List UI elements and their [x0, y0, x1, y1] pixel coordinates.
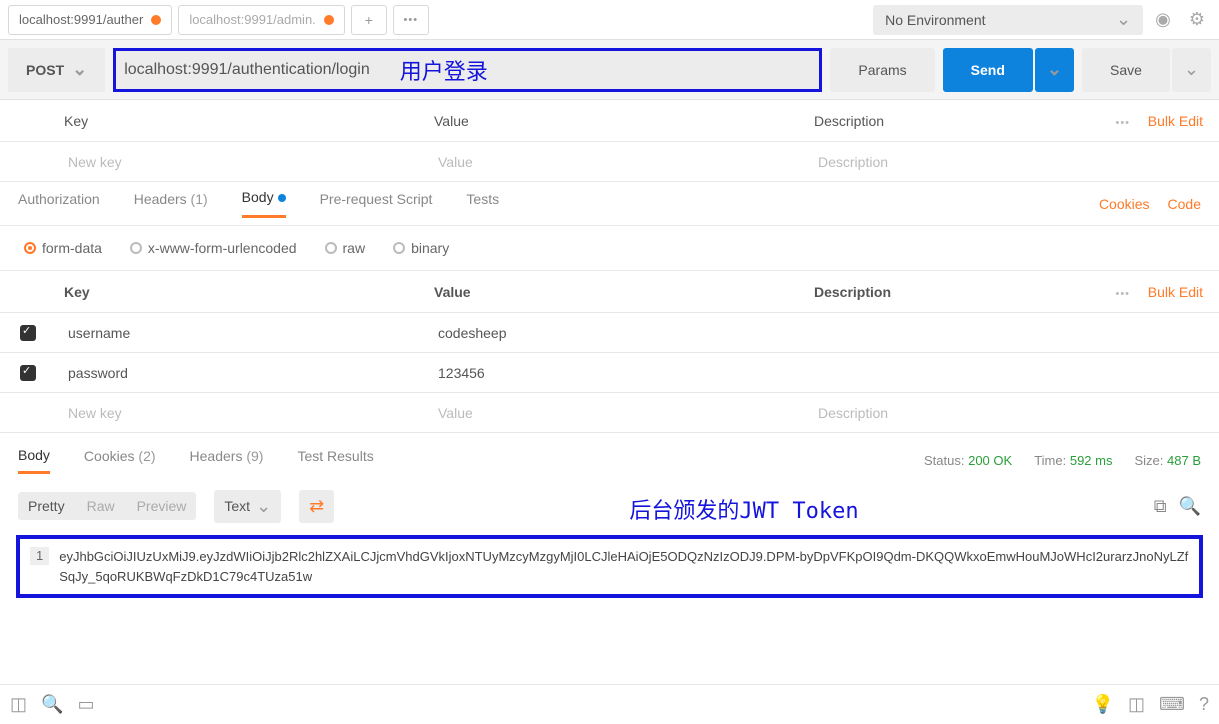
- chevron-down-icon: [1047, 59, 1062, 80]
- send-button[interactable]: Send: [943, 48, 1033, 92]
- chevron-down-icon: [1116, 9, 1131, 30]
- tab-2[interactable]: localhost:9991/admin.: [178, 5, 344, 35]
- time-meta: Time: 592 ms: [1034, 453, 1112, 468]
- new-form-value[interactable]: Value: [426, 405, 806, 421]
- search-icon[interactable]: 🔍: [1179, 496, 1201, 517]
- status-meta: Status: 200 OK: [924, 453, 1012, 468]
- tab-tests[interactable]: Tests: [466, 191, 499, 217]
- resp-tab-tests[interactable]: Test Results: [297, 448, 373, 472]
- params-button[interactable]: Params: [830, 48, 934, 92]
- tab-1[interactable]: localhost:9991/auther: [8, 5, 172, 35]
- form-value[interactable]: 123456: [426, 365, 806, 381]
- form-row: username codesheep: [0, 313, 1219, 353]
- keyboard-icon[interactable]: ⌨: [1159, 694, 1185, 715]
- params-col-desc: Description: [802, 113, 1098, 129]
- tab-label: localhost:9991/admin.: [189, 12, 315, 27]
- modified-dot-icon: [278, 194, 286, 202]
- radio-icon: [130, 242, 142, 254]
- copy-icon[interactable]: ⧉: [1154, 496, 1167, 517]
- chevron-down-icon: [1184, 59, 1199, 80]
- form-menu-icon[interactable]: [1098, 284, 1148, 300]
- panels-icon[interactable]: ◫: [1128, 694, 1145, 715]
- chevron-down-icon: [256, 496, 271, 517]
- view-pretty[interactable]: Pretty: [28, 498, 65, 514]
- help-icon[interactable]: ?: [1199, 694, 1209, 715]
- eye-icon[interactable]: ◉: [1149, 9, 1177, 30]
- new-param-key[interactable]: New key: [56, 154, 426, 170]
- save-caret-button[interactable]: [1172, 48, 1211, 92]
- new-form-desc[interactable]: Description: [806, 405, 1219, 421]
- send-caret-button[interactable]: [1035, 48, 1074, 92]
- size-meta: Size: 487 B: [1134, 453, 1201, 468]
- form-key[interactable]: username: [56, 325, 426, 341]
- radio-icon: [393, 242, 405, 254]
- line-number: 1: [30, 547, 49, 565]
- annotation-response: 后台颁发的JWT Token: [352, 487, 1135, 525]
- view-preview[interactable]: Preview: [137, 498, 187, 514]
- cookies-link[interactable]: Cookies: [1099, 196, 1150, 212]
- method-select[interactable]: POST: [8, 48, 105, 92]
- env-label: No Environment: [885, 12, 985, 28]
- tab-headers[interactable]: Headers (1): [134, 191, 208, 217]
- find-icon[interactable]: 🔍: [41, 694, 63, 715]
- dirty-dot-icon: [151, 15, 161, 25]
- sidebar-toggle-icon[interactable]: ◫: [10, 694, 27, 715]
- params-col-key: Key: [52, 113, 422, 129]
- new-tab-button[interactable]: +: [351, 5, 387, 35]
- form-key[interactable]: password: [56, 365, 426, 381]
- view-raw[interactable]: Raw: [87, 498, 115, 514]
- new-form-key[interactable]: New key: [56, 405, 426, 421]
- form-bulk-edit[interactable]: Bulk Edit: [1148, 284, 1219, 300]
- params-menu-icon[interactable]: [1098, 113, 1148, 129]
- form-value[interactable]: codesheep: [426, 325, 806, 341]
- new-param-value[interactable]: Value: [426, 154, 806, 170]
- tab-body[interactable]: Body: [242, 189, 286, 218]
- body-type-form-data[interactable]: form-data: [24, 240, 102, 256]
- body-type-raw[interactable]: raw: [325, 240, 366, 256]
- response-text: eyJhbGciOiJIUzUxMiJ9.eyJzdWIiOiJjb2Rlc2h…: [59, 547, 1189, 586]
- params-col-value: Value: [422, 113, 802, 129]
- resp-tab-cookies[interactable]: Cookies (2): [84, 448, 156, 472]
- gear-icon[interactable]: ⚙: [1183, 9, 1211, 30]
- dirty-dot-icon: [324, 15, 334, 25]
- body-type-urlencoded[interactable]: x-www-form-urlencoded: [130, 240, 297, 256]
- format-select[interactable]: Text: [214, 490, 281, 523]
- resp-tab-body[interactable]: Body: [18, 447, 50, 474]
- form-row-new: New key Value Description: [0, 393, 1219, 433]
- body-type-binary[interactable]: binary: [393, 240, 449, 256]
- form-col-key: Key: [52, 284, 422, 300]
- form-col-desc: Description: [802, 284, 1098, 300]
- save-button[interactable]: Save: [1082, 48, 1170, 92]
- tabs-menu-button[interactable]: [393, 5, 429, 35]
- form-row: password 123456: [0, 353, 1219, 393]
- tab-authorization[interactable]: Authorization: [18, 191, 100, 217]
- tab-label: localhost:9991/auther: [19, 12, 143, 27]
- new-param-desc[interactable]: Description: [806, 154, 1219, 170]
- environment-select[interactable]: No Environment: [873, 5, 1143, 35]
- console-icon[interactable]: ▭: [77, 694, 94, 715]
- radio-icon: [24, 242, 36, 254]
- method-label: POST: [26, 62, 64, 78]
- checkbox-icon[interactable]: [20, 365, 36, 381]
- response-body[interactable]: 1 eyJhbGciOiJIUzUxMiJ9.eyJzdWIiOiJjb2Rlc…: [16, 535, 1203, 598]
- wrap-icon[interactable]: ⇄: [299, 490, 334, 523]
- request-tabs: localhost:9991/auther localhost:9991/adm…: [0, 1, 873, 39]
- tab-prerequest[interactable]: Pre-request Script: [320, 191, 433, 217]
- radio-icon: [325, 242, 337, 254]
- form-col-value: Value: [422, 284, 802, 300]
- url-input[interactable]: localhost:9991/authentication/login: [124, 61, 370, 79]
- annotation-url: 用户登录: [400, 54, 488, 86]
- code-link[interactable]: Code: [1168, 196, 1201, 212]
- chevron-down-icon: [72, 59, 87, 80]
- checkbox-icon[interactable]: [20, 325, 36, 341]
- params-bulk-edit[interactable]: Bulk Edit: [1148, 113, 1219, 129]
- lightbulb-icon[interactable]: 💡: [1092, 694, 1114, 715]
- resp-tab-headers[interactable]: Headers (9): [190, 448, 264, 472]
